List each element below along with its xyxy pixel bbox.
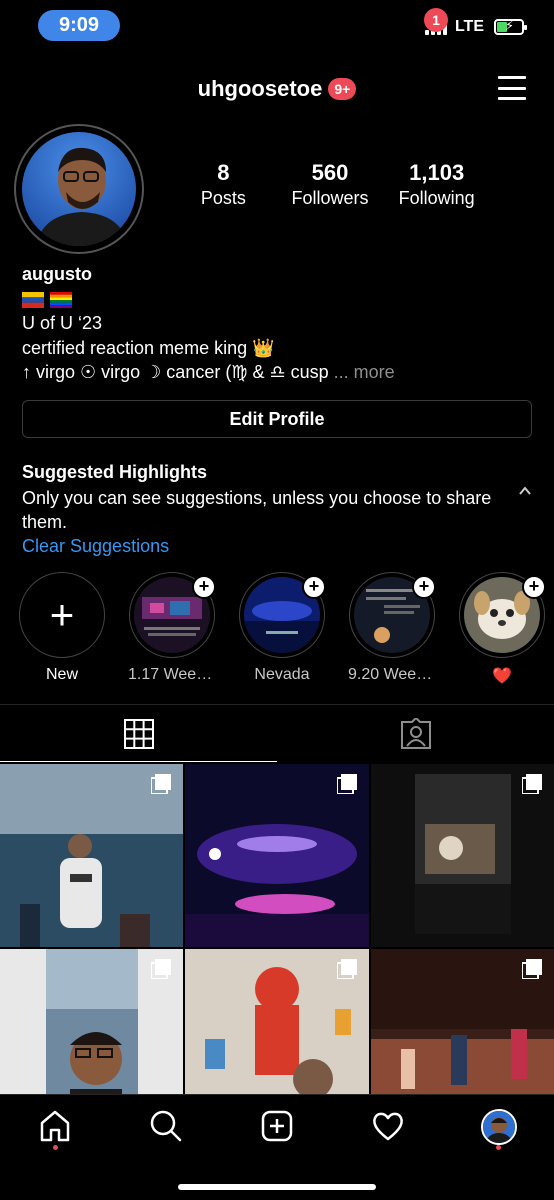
highlight-new-circle[interactable]: +	[19, 572, 105, 658]
nav-home-dot	[52, 1145, 58, 1150]
bio-more-link[interactable]: ... more	[334, 362, 395, 382]
battery-icon: ⚡	[494, 18, 527, 35]
profile-avatar[interactable]	[22, 132, 136, 246]
highlight-label: New	[45, 666, 78, 683]
add-to-highlight-icon[interactable]: +	[302, 575, 326, 599]
post-thumbnail[interactable]	[0, 764, 183, 947]
tagged-person-icon	[400, 717, 431, 749]
rainbow-flag-icon	[50, 291, 72, 308]
bio-flags	[22, 287, 542, 312]
multi-photo-icon	[151, 959, 171, 979]
bio-line-zodiac: ↑ virgo ☉ virgo ☽ cancer (♍ & ♎ cusp ...…	[22, 360, 542, 385]
multi-photo-icon	[337, 774, 357, 794]
stat-posts-label: Posts	[200, 188, 246, 208]
highlight-cover-ring[interactable]: +	[349, 572, 436, 658]
suggested-highlights: Suggested Highlights Only you can see su…	[22, 460, 502, 558]
highlights-row: + New + 1.17 Weekend + Nevada + 9.20 Wee…	[18, 572, 546, 686]
stat-followers[interactable]: 560 Followers	[277, 160, 384, 209]
nav-profile[interactable]	[443, 1095, 554, 1200]
suggested-highlights-title: Suggested Highlights	[22, 462, 208, 482]
highlight-new[interactable]: + New	[18, 572, 106, 686]
status-time[interactable]: 9:09	[38, 10, 120, 41]
venezuela-flag-icon	[22, 291, 44, 308]
search-icon	[150, 1110, 182, 1142]
highlight-item[interactable]: + ❤️	[458, 572, 546, 686]
suggested-highlights-description: Only you can see suggestions, unless you…	[22, 488, 492, 532]
nav-profile-dot	[496, 1145, 502, 1150]
bio-line-school: U of U ‘23	[22, 313, 103, 333]
stat-posts[interactable]: 8 Posts	[170, 160, 277, 209]
tagged-count-badge: 1	[424, 8, 448, 32]
highlight-cover-ring[interactable]: +	[239, 572, 326, 658]
status-bar: 9:09 LTE ⚡	[0, 0, 554, 56]
add-to-highlight-icon[interactable]: +	[412, 575, 436, 599]
tab-grid[interactable]	[0, 705, 277, 762]
plus-icon: +	[49, 591, 75, 638]
network-type: LTE	[454, 18, 484, 35]
profile-header: uhgoosetoe 9+	[0, 70, 554, 110]
post-grid	[0, 764, 554, 1132]
profile-tabs	[0, 704, 554, 762]
highlight-item[interactable]: + 9.20 Weeke...	[348, 572, 436, 686]
add-post-icon	[261, 1110, 293, 1142]
multi-photo-icon	[337, 959, 357, 979]
highlight-label: 1.17 Weekend	[128, 666, 216, 683]
clear-suggestions-link[interactable]: Clear Suggestions	[22, 534, 502, 558]
profile-bio: augusto U of U ‘23 certified reaction me…	[22, 262, 542, 385]
profile-name: augusto	[22, 264, 92, 284]
stat-followers-value: 560	[311, 160, 349, 185]
multi-photo-icon	[522, 774, 542, 794]
bio-line-tagline: certified reaction meme king 👑	[22, 337, 275, 358]
hamburger-menu-icon[interactable]	[498, 76, 526, 100]
tab-tagged[interactable]	[277, 705, 554, 762]
stat-followers-label: Followers	[291, 188, 369, 208]
chevron-up-icon[interactable]	[518, 484, 532, 498]
highlight-item[interactable]: + 1.17 Weekend	[128, 572, 216, 686]
bio-zodiac-text: ↑ virgo ☉ virgo ☽ cancer (♍ & ♎ cusp	[22, 362, 329, 382]
profile-stats: 8 Posts 560 Followers 1,103 Following	[170, 160, 490, 209]
add-to-highlight-icon[interactable]: +	[192, 575, 216, 599]
highlight-label: ❤️	[492, 668, 512, 685]
multi-photo-icon	[151, 774, 171, 794]
highlight-label: 9.20 Weeke...	[348, 666, 436, 683]
stat-following-value: 1,103	[409, 160, 465, 185]
bottom-navigation	[0, 1094, 554, 1200]
notification-badge[interactable]: 9+	[328, 78, 357, 100]
highlight-cover-ring[interactable]: +	[129, 572, 216, 658]
home-icon	[41, 1110, 70, 1142]
stat-posts-value: 8	[217, 160, 230, 185]
stat-following-label: Following	[398, 188, 475, 208]
add-to-highlight-icon[interactable]: +	[522, 575, 546, 599]
highlight-label: Nevada	[254, 666, 310, 683]
multi-photo-icon	[522, 959, 542, 979]
home-indicator[interactable]	[178, 1184, 376, 1190]
stat-following[interactable]: 1,103 Following	[383, 160, 490, 209]
heart-icon	[372, 1112, 403, 1141]
highlight-item[interactable]: + Nevada	[238, 572, 326, 686]
profile-avatar-ring[interactable]	[14, 124, 144, 254]
highlight-cover-ring[interactable]: +	[459, 572, 546, 658]
nav-profile-avatar	[480, 1109, 517, 1145]
header-username[interactable]: uhgoosetoe	[198, 76, 323, 102]
post-thumbnail[interactable]	[371, 764, 554, 947]
post-thumbnail[interactable]	[185, 764, 369, 947]
edit-profile-button[interactable]: Edit Profile	[22, 400, 532, 438]
grid-icon	[123, 718, 154, 749]
nav-home[interactable]	[0, 1095, 111, 1200]
